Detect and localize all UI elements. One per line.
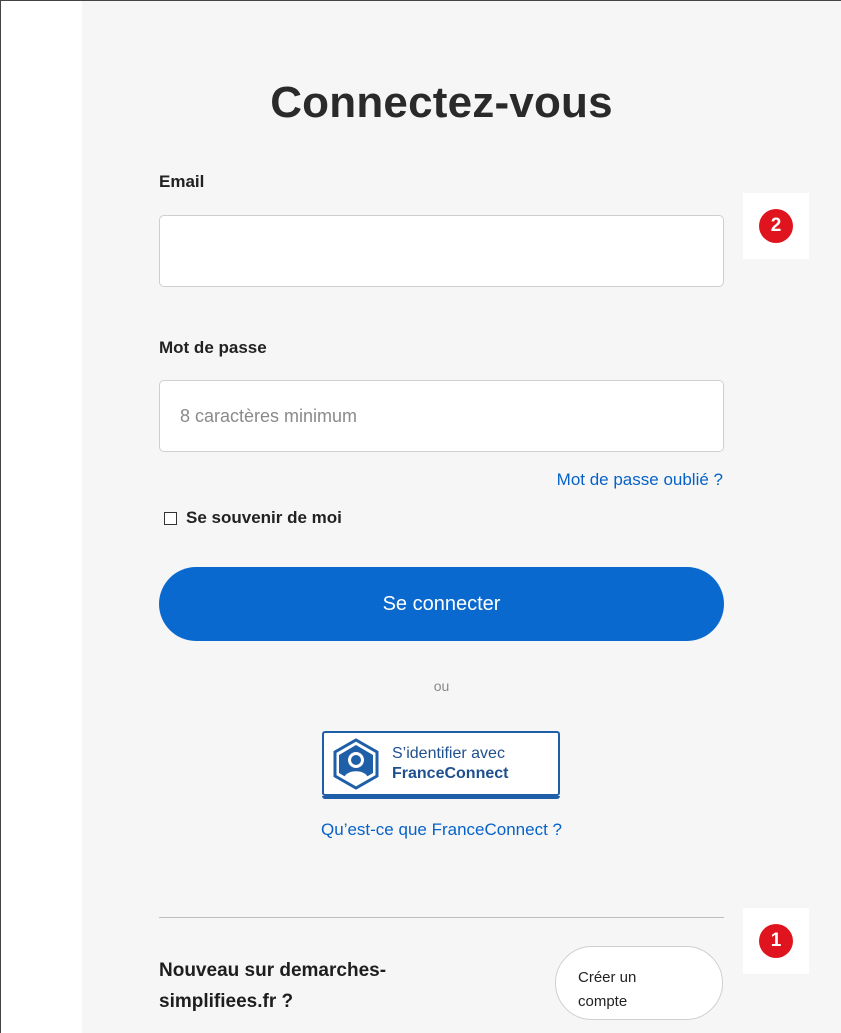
new-user-prompt-line2: simplifiees.fr ? [159,991,294,1012]
create-account-line2: compte [578,993,628,1010]
password-label: Mot de passe [159,338,267,357]
franceconnect-logo-icon [333,737,379,790]
new-user-prompt-line1: Nouveau sur demarches- [159,960,387,981]
annotation-badge-1: 1 [743,908,809,974]
create-account-button[interactable]: Créer un compte [555,946,723,1020]
or-separator: ou [433,678,450,694]
section-divider [159,917,724,918]
password-input[interactable] [159,380,724,452]
badge-number-1: 1 [759,924,793,958]
franceconnect-button[interactable]: S’identifier avec FranceConnect [322,731,560,799]
annotation-badge-2: 2 [743,193,809,259]
email-input[interactable] [159,215,724,287]
badge-number-2: 2 [759,209,793,243]
remember-me-label: Se souvenir de moi [186,508,342,527]
franceconnect-text: S’identifier avec FranceConnect [392,744,508,784]
new-user-prompt: Nouveau sur demarches- simplifiees.fr ? [159,955,459,1017]
what-is-franceconnect-link[interactable]: Qu’est-ce que FranceConnect ? [159,820,724,840]
franceconnect-line1: S’identifier avec [392,744,505,762]
email-label: Email [159,172,205,191]
create-account-line1: Créer un [578,969,637,986]
remember-me-checkbox[interactable] [164,511,177,525]
franceconnect-line2: FranceConnect [392,764,509,782]
forgot-password-link[interactable]: Mot de passe oublié ? [557,470,723,490]
remember-me-option[interactable]: Se souvenir de moi [164,508,342,528]
page-title: Connectez-vous [270,78,613,127]
login-button[interactable]: Se connecter [159,567,724,641]
